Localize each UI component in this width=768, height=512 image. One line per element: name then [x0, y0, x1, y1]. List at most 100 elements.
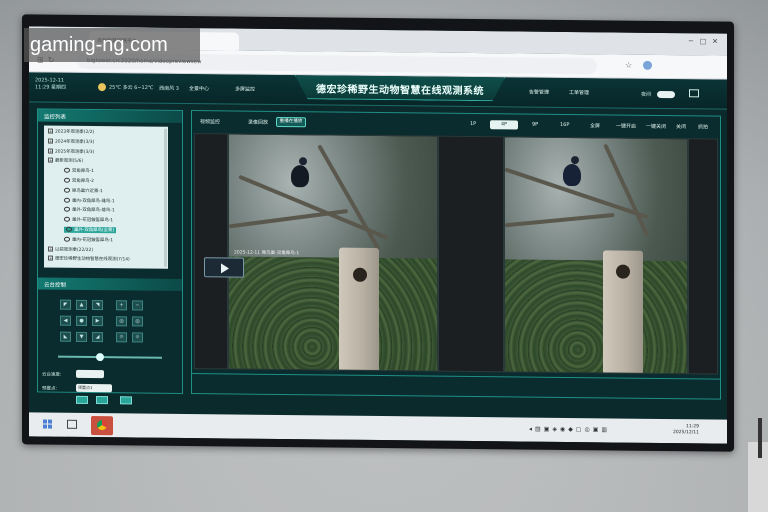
focus-near-button[interactable]: ◎ — [116, 316, 127, 327]
camera-group-item[interactable]: +2025年观测季(3/3) — [48, 148, 94, 155]
camera-tree-item[interactable]: 巢外-双角犀鸟-雄鸟-1 — [64, 207, 115, 214]
camera-tree-item[interactable]: 双角犀鸟-1 — [64, 167, 94, 174]
bookmark-star-icon[interactable]: ☆ — [625, 61, 632, 70]
app-tray-icon[interactable]: ◈ — [552, 426, 560, 433]
grid-1p-button[interactable]: 1P — [470, 121, 476, 127]
maximize-icon[interactable]: □ — [697, 37, 709, 45]
tree-item-label: 巢外-双角犀鸟(全景) — [74, 227, 115, 234]
ptz-down-right-button[interactable]: ◢ — [92, 332, 103, 343]
app-tray-icon[interactable]: ▢ — [576, 426, 585, 433]
app-tray-icon[interactable]: ▥ — [601, 426, 610, 433]
taskbar-clock[interactable]: 11:29 2025/12/11 — [673, 424, 699, 436]
close-icon[interactable]: ✕ — [709, 37, 721, 45]
close-button[interactable]: 关闭 — [676, 123, 686, 130]
ptz-down-button[interactable]: ▼ — [76, 331, 87, 342]
camera-tree-item[interactable]: 巢内-双角犀鸟-雌鸟-1 — [64, 197, 115, 204]
speed-label: 云台速度: — [42, 372, 62, 378]
branch — [317, 144, 381, 251]
header-datetime: 2025-12-11 11:29 星期四 — [35, 77, 66, 91]
camera-tree-item[interactable]: 双角犀鸟-2 — [64, 177, 94, 184]
expand-icon[interactable]: + — [48, 255, 53, 261]
camera-group-item[interactable]: +2023年观测季(2/2) — [48, 128, 94, 135]
camera-tree-item[interactable]: 巢内-花冠皱盔犀鸟-1 — [64, 236, 114, 244]
expand-icon[interactable]: + — [48, 246, 53, 252]
windows-start-icon[interactable] — [43, 419, 52, 429]
grid-9p-button[interactable]: 9P — [532, 122, 538, 128]
tree-item-label: 巢内-花冠皱盔犀鸟-1 — [72, 237, 114, 244]
camera-icon — [64, 216, 70, 222]
camera-group-item[interactable]: +2024年观测季(3/3) — [48, 138, 94, 145]
hornbill-bird — [291, 165, 309, 188]
tab-live-replay[interactable]: 重播在播放 — [276, 116, 306, 128]
ptz-up-button[interactable]: ▲ — [76, 299, 87, 310]
expand-icon[interactable]: + — [48, 138, 53, 144]
video-tile-2[interactable] — [504, 136, 688, 375]
iris-close-button[interactable]: ☼ — [132, 332, 143, 343]
preset-delete-button[interactable] — [120, 396, 132, 405]
night-mode-toggle[interactable] — [657, 90, 675, 99]
ptz-right-button[interactable]: ▶ — [92, 316, 103, 327]
expand-icon[interactable]: + — [48, 157, 53, 163]
ptz-down-left-button[interactable]: ◣ — [60, 331, 71, 342]
weather-icon — [98, 83, 106, 92]
camera-group-item[interactable]: + 以前观测季(22/22) — [48, 246, 93, 253]
ptz-speed-knob[interactable] — [96, 353, 104, 362]
task-view-icon[interactable] — [67, 419, 77, 429]
chrome-icon[interactable] — [91, 415, 113, 436]
zoom-out-button[interactable]: − — [132, 300, 143, 311]
video-tile-empty-mid[interactable] — [438, 135, 504, 373]
snapshot-button[interactable]: 抓拍 — [698, 123, 708, 130]
zoom-in-button[interactable]: + — [116, 300, 127, 311]
speed-field[interactable] — [76, 369, 104, 379]
video-grid: 2025-12-11 犀鸟巢-双角犀鸟-1 — [194, 133, 718, 375]
nav-alarm[interactable]: 告警管理 — [529, 89, 549, 96]
preset-call-button[interactable] — [96, 396, 108, 405]
video-feed-2 — [504, 137, 687, 375]
ptz-speed-slider[interactable] — [58, 355, 162, 359]
tab-playback[interactable]: 录像回放 — [248, 119, 268, 126]
play-button[interactable] — [204, 257, 244, 278]
camera-group-item[interactable]: + 德宏珍稀野生动物智慧在线观测(7/14) — [48, 255, 130, 263]
video-tile-empty-right[interactable] — [688, 138, 718, 375]
camera-icon — [64, 236, 70, 242]
camera-tree-item[interactable]: 巢外-花冠皱盔犀鸟-1 — [64, 216, 113, 223]
monitor-icon[interactable] — [689, 89, 699, 98]
video-tile-empty-left[interactable] — [194, 133, 228, 370]
nav-panorama[interactable]: 全景中心 — [189, 85, 209, 92]
preset-add-button[interactable] — [76, 395, 88, 404]
grid-16p-button[interactable]: 16P — [560, 122, 569, 128]
ptz-up-right-button[interactable]: ◥ — [92, 300, 103, 311]
app-tray-icon[interactable]: ◉ — [560, 426, 568, 433]
nav-workorder[interactable]: 工单管理 — [569, 89, 589, 96]
hornbill-head — [299, 157, 307, 166]
tree-item-label: 犀鸟巢穴近景-1 — [72, 188, 103, 194]
camera-tree-item[interactable]: 巢外-双角犀鸟(全景) — [64, 226, 117, 234]
watermark: gaming-ng.com — [24, 28, 200, 62]
iris-open-button[interactable]: ☼ — [116, 332, 127, 343]
open-all-button[interactable]: 一键开启 — [616, 122, 636, 129]
camera-tree-item[interactable]: 犀鸟巢穴近景-1 — [64, 187, 103, 194]
ptz-left-button[interactable]: ◀ — [60, 315, 71, 326]
network-icon[interactable]: ▤ — [535, 426, 544, 433]
focus-far-button[interactable]: ◎ — [132, 316, 143, 327]
tree-scrollbar[interactable] — [164, 128, 167, 267]
ptz-center-button[interactable]: ● — [76, 315, 87, 326]
fullscreen-button[interactable]: 全屏 — [590, 122, 600, 129]
profile-icon[interactable] — [643, 60, 652, 70]
app-tray-icon[interactable]: ◆ — [568, 426, 576, 433]
window-controls: ─ □ ✕ — [685, 37, 721, 45]
camera-list-title: 监控列表 — [38, 109, 182, 123]
ptz-up-left-button[interactable]: ◤ — [60, 299, 71, 310]
expand-icon[interactable]: + — [48, 128, 53, 134]
grid-4p-button[interactable]: 4P — [490, 120, 518, 130]
camera-icon — [64, 177, 70, 183]
camera-group-item[interactable]: + 最新观测(5/6) — [48, 157, 83, 164]
tree-item-label: 巢内-双角犀鸟-雌鸟-1 — [72, 198, 115, 204]
preset-select[interactable]: 预置点1 — [76, 383, 112, 393]
expand-icon[interactable]: + — [48, 148, 53, 154]
minimize-icon[interactable]: ─ — [685, 37, 697, 45]
monitor-frame: 自然智慧观察平台 ─□✕ ⊞↻ bigtower.cn:2020/home/vi… — [22, 14, 734, 452]
nav-multiscreen[interactable]: 多屏监控 — [235, 86, 255, 93]
close-all-button[interactable]: 一键关闭 — [646, 123, 666, 130]
app-tray-icon[interactable]: ◎ — [585, 426, 593, 433]
